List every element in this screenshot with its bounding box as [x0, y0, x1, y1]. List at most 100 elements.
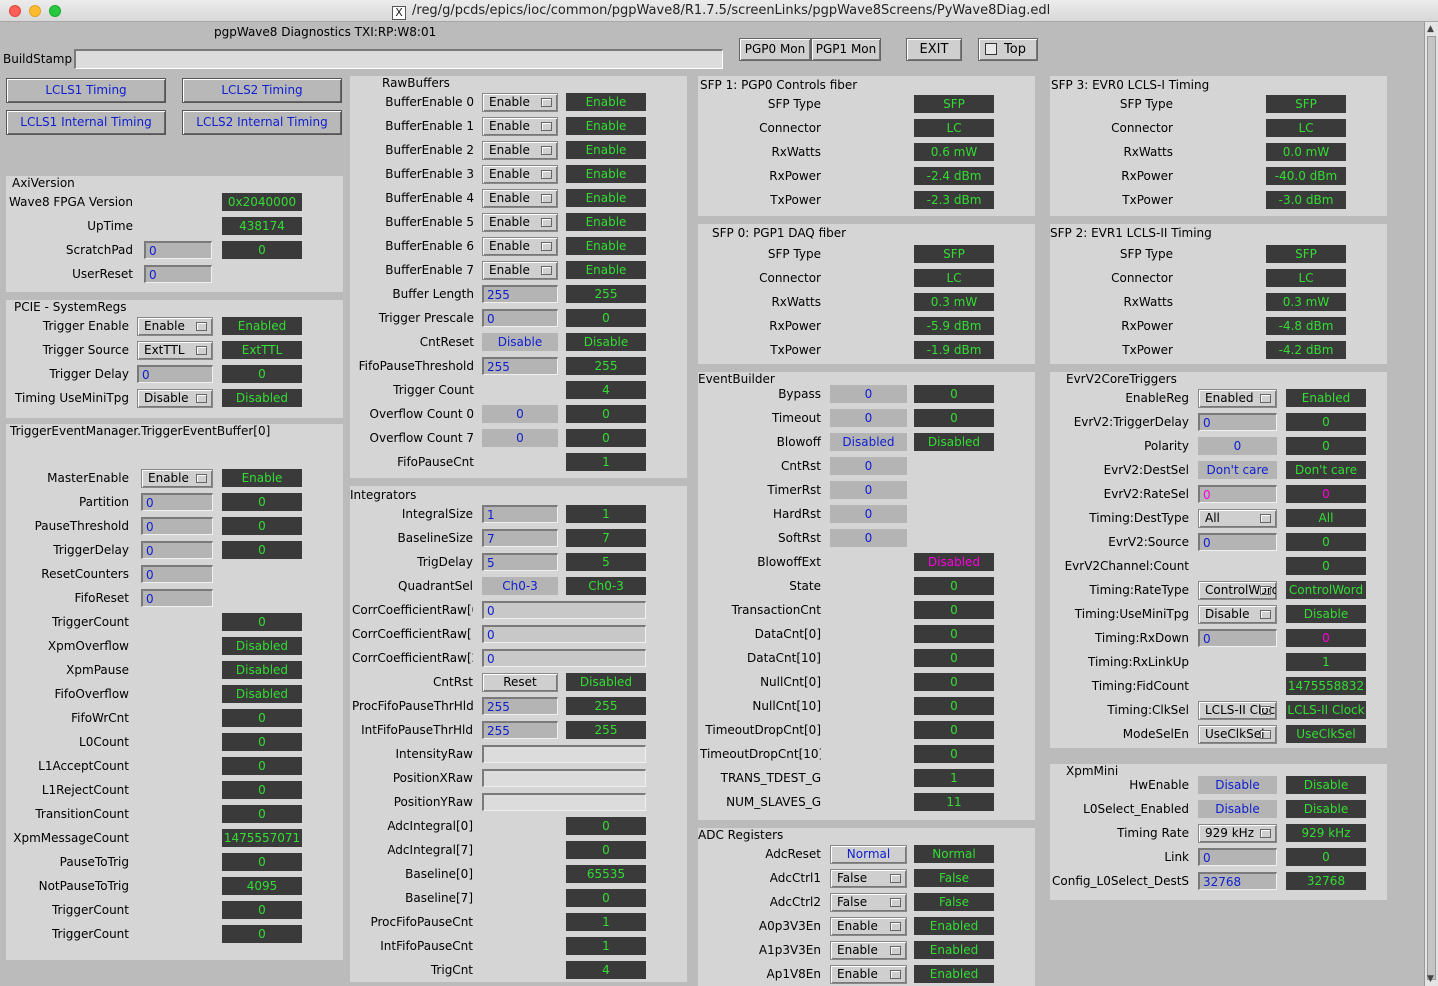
xpm-timing-rate-menu-button[interactable]: 929 kHz — [1198, 824, 1277, 843]
evr-polarity-value: 0 — [1198, 437, 1277, 455]
close-window-button[interactable] — [9, 5, 21, 17]
axi-userreset-input[interactable]: 0 — [144, 265, 212, 283]
xpm-l0select-enabled-label: L0Select_Enabled — [1083, 802, 1189, 816]
xpm-config-l0select-destsel-input[interactable]: 32768 — [1198, 872, 1277, 890]
tem-fifooverflow-indicator: Disabled — [222, 685, 302, 703]
evr-timing-useminitpg-menu-button[interactable]: Disable — [1198, 605, 1277, 624]
evr-evrv2-ratesel-input[interactable]: 0 — [1198, 485, 1277, 503]
integ-corrcoefficientraw-1-input[interactable]: 0 — [482, 625, 646, 643]
evb-datacnt-10-label: DataCnt[10] — [747, 651, 821, 665]
menu-toggle-icon — [541, 194, 552, 203]
xpm-link-input[interactable]: 0 — [1198, 848, 1277, 866]
raw-buffer-length-indicator: 255 — [566, 285, 646, 303]
adc-a1p3v3en-menu-button[interactable]: Enable — [830, 941, 907, 960]
axi-scratchpad-input[interactable]: 0 — [144, 241, 212, 259]
raw-overflow-count-0-indicator: 0 — [566, 405, 646, 423]
raw-trigger-prescale-input[interactable]: 0 — [482, 309, 558, 327]
tem-fiforeset-input[interactable]: 0 — [141, 589, 213, 607]
zoom-window-button[interactable] — [49, 5, 61, 17]
raw-bufferenable-1-menu-button[interactable]: Enable — [482, 117, 558, 136]
adc-a0p3v3en-menu-button[interactable]: Enable — [830, 917, 907, 936]
sfp1-txpower-indicator: -2.3 dBm — [914, 191, 994, 209]
raw-bufferenable-3-menu-button[interactable]: Enable — [482, 165, 558, 184]
pgp1-mon-button[interactable]: PGP1 Mon — [811, 38, 881, 61]
integ-baselinesize-indicator: 7 — [566, 529, 646, 547]
integ-baselinesize-input[interactable]: 7 — [482, 529, 558, 547]
raw-buffer-length-input[interactable]: 255 — [482, 285, 558, 303]
raw-bufferenable-4-menu-button[interactable]: Enable — [482, 189, 558, 208]
minimize-window-button[interactable] — [29, 5, 41, 17]
adc-ap1v8en-menu-button[interactable]: Enable — [830, 965, 907, 984]
lcls1-timing-button[interactable]: LCLS1 Timing — [6, 78, 166, 103]
raw-fifopausethreshold-label: FifoPauseThreshold — [358, 359, 474, 373]
scroll-down-icon[interactable]: ▼ — [1427, 974, 1434, 984]
raw-bufferenable-7-menu-button[interactable]: Enable — [482, 261, 558, 280]
pgp0-mon-button[interactable]: PGP0 Mon — [739, 38, 811, 61]
adc-adcctrl2-indicator: False — [914, 893, 994, 911]
evr-evrv2-triggerdelay-indicator: 0 — [1286, 413, 1366, 431]
xpm-l0select-enabled-indicator: Disable — [1286, 800, 1366, 818]
raw-bufferenable-2-menu-button[interactable]: Enable — [482, 141, 558, 160]
integ-corrcoefficientraw-2-input[interactable]: 0 — [482, 649, 646, 667]
menu-toggle-icon — [1260, 514, 1271, 523]
scrollbar-thumb[interactable] — [1427, 36, 1436, 980]
evb-timerrst-label: TimerRst — [767, 483, 821, 497]
xpm-link-label: Link — [1164, 850, 1189, 864]
integ-cntrst-button[interactable]: Reset — [482, 673, 558, 692]
lcls2-timing-button[interactable]: LCLS2 Timing — [182, 78, 342, 103]
evr-evrv2-triggerdelay-input[interactable]: 0 — [1198, 413, 1277, 431]
evr-evrv2-source-label: EvrV2:Source — [1108, 535, 1189, 549]
top-button[interactable]: Top — [978, 38, 1038, 61]
vertical-scrollbar[interactable]: ▲ ▼ — [1424, 22, 1438, 986]
adc-adcctrl2-menu-button[interactable]: False — [830, 893, 907, 912]
raw-fifopausethreshold-input[interactable]: 255 — [482, 357, 558, 375]
evr-modeselen-menu-button[interactable]: UseClkSel — [1198, 725, 1277, 744]
exit-button[interactable]: EXIT — [906, 38, 962, 61]
integ-quadrantsel-value: Ch0-3 — [482, 577, 558, 595]
raw-bufferenable-0-menu-button[interactable]: Enable — [482, 93, 558, 112]
integ-procfifopausethrhld-input[interactable]: 255 — [482, 697, 558, 715]
raw-bufferenable-1-menu-label: Enable — [489, 119, 530, 133]
lcls1-internal-timing-button[interactable]: LCLS1 Internal Timing — [6, 110, 166, 135]
raw-cntreset-indicator: Disable — [566, 333, 646, 351]
raw-overflow-count-7-indicator: 0 — [566, 429, 646, 447]
pcie-trigger-enable-menu-button[interactable]: Enable — [137, 317, 213, 336]
adc-adcctrl1-menu-button[interactable]: False — [830, 869, 907, 888]
evr-evrv2-source-input[interactable]: 0 — [1198, 533, 1277, 551]
evr-timing-desttype-menu-button[interactable]: All — [1198, 509, 1277, 528]
scroll-up-icon[interactable]: ▲ — [1427, 24, 1434, 34]
integ-baseline-7-label: Baseline[7] — [405, 891, 473, 905]
sfp0-rxwatts-label: RxWatts — [771, 295, 821, 309]
tem-triggerdelay-input[interactable]: 0 — [141, 541, 213, 559]
tem-resetcounters-input[interactable]: 0 — [141, 565, 213, 583]
tem-l1rejectcount-indicator: 0 — [222, 781, 302, 799]
raw-bufferenable-6-menu-button[interactable]: Enable — [482, 237, 558, 256]
tem-masterenable-menu-button[interactable]: Enable — [141, 469, 213, 488]
menu-toggle-icon — [1260, 730, 1271, 739]
integ-integralsize-input[interactable]: 1 — [482, 505, 558, 523]
evr-enablereg-label: EnableReg — [1125, 391, 1189, 405]
evr-timing-rxdown-input[interactable]: 0 — [1198, 629, 1277, 647]
integ-intfifopausethrhld-input[interactable]: 255 — [482, 721, 558, 739]
evb-cntrst-label: CntRst — [781, 459, 821, 473]
raw-bufferenable-5-menu-button[interactable]: Enable — [482, 213, 558, 232]
integ-corrcoefficientraw-0-input[interactable]: 0 — [482, 601, 646, 619]
evb-timeoutdropcnt-0-indicator: 0 — [914, 721, 994, 739]
pcie-timing-useminitpg-menu-button[interactable]: Disable — [137, 389, 213, 408]
evr-timing-clksel-menu-button[interactable]: LCLS-II Clock — [1198, 701, 1277, 720]
evr-timing-ratetype-menu-button[interactable]: ControlWord — [1198, 581, 1277, 600]
integ-trigdelay-input[interactable]: 5 — [482, 553, 558, 571]
adc-adcreset-button[interactable]: Normal — [830, 845, 907, 864]
tem-partition-input[interactable]: 0 — [141, 493, 213, 511]
evr-enablereg-menu-button[interactable]: Enabled — [1198, 389, 1277, 408]
tem-transitioncount-indicator: 0 — [222, 805, 302, 823]
raw-trigger-prescale-indicator: 0 — [566, 309, 646, 327]
lcls2-internal-timing-button[interactable]: LCLS2 Internal Timing — [182, 110, 342, 135]
pcie-trigger-source-menu-button[interactable]: ExtTTL — [137, 341, 213, 360]
pcie-trigger-enable-menu-label: Enable — [144, 319, 185, 333]
pcie-trigger-delay-input[interactable]: 0 — [137, 365, 213, 383]
menu-toggle-icon — [1260, 586, 1271, 595]
evb-bypass-indicator: 0 — [914, 385, 994, 403]
evr-timing-desttype-label: Timing:DestType — [1089, 511, 1189, 525]
tem-pausethreshold-input[interactable]: 0 — [141, 517, 213, 535]
